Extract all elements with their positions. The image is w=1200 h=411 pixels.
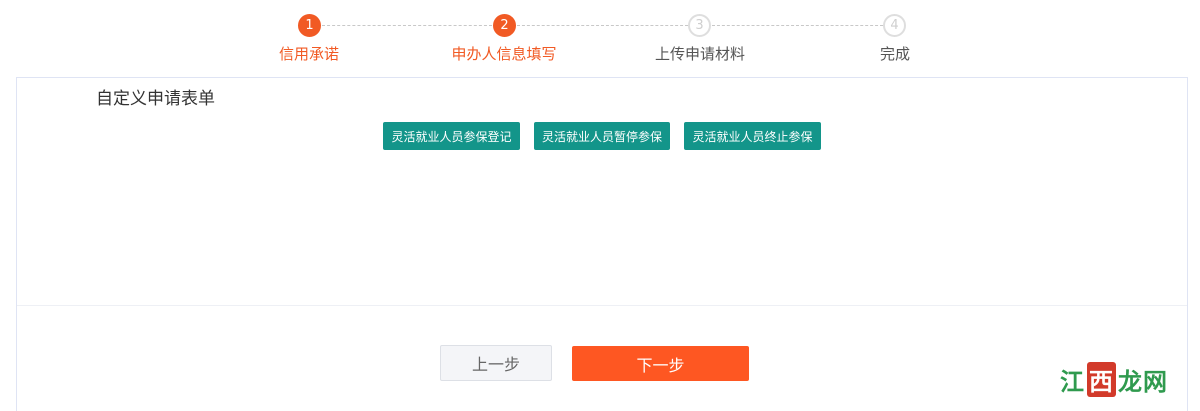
step-3-label: 上传申请材料 [654, 45, 746, 63]
step-connector-2-3 [517, 25, 688, 26]
page: 1 2 3 4 信用承诺 申办人信息填写 上传申请材料 完成 自定义申请表单 灵… [0, 0, 1200, 411]
step-2-circle: 2 [493, 14, 516, 37]
terminate-insurance-button[interactable]: 灵活就业人员终止参保 [684, 122, 821, 150]
register-insurance-button[interactable]: 灵活就业人员参保登记 [383, 122, 520, 150]
suspend-insurance-button[interactable]: 灵活就业人员暂停参保 [534, 122, 670, 150]
step-1-circle: 1 [298, 14, 321, 37]
step-2-label: 申办人信息填写 [451, 45, 557, 63]
step-1-label: 信用承诺 [278, 45, 340, 63]
step-4-label: 完成 [879, 45, 911, 63]
previous-step-button[interactable]: 上一步 [440, 345, 552, 381]
step-connector-1-2 [322, 25, 492, 26]
step-4-circle: 4 [883, 14, 906, 37]
panel-divider [17, 305, 1187, 306]
step-connector-3-4 [712, 25, 883, 26]
watermark-char-1: 江 [1060, 367, 1085, 396]
site-watermark-logo: 江 西 龙网 [1060, 362, 1168, 397]
form-panel: 自定义申请表单 灵活就业人员参保登记 灵活就业人员暂停参保 灵活就业人员终止参保… [16, 77, 1188, 411]
step-3-circle: 3 [688, 14, 711, 37]
form-button-group: 灵活就业人员参保登记 灵活就业人员暂停参保 灵活就业人员终止参保 [383, 122, 821, 150]
next-step-button[interactable]: 下一步 [572, 346, 749, 381]
form-title: 自定义申请表单 [96, 89, 215, 109]
watermark-char-2: 西 [1087, 362, 1116, 397]
progress-stepper: 1 2 3 4 信用承诺 申办人信息填写 上传申请材料 完成 [0, 0, 1200, 70]
watermark-char-3: 龙网 [1118, 367, 1168, 396]
